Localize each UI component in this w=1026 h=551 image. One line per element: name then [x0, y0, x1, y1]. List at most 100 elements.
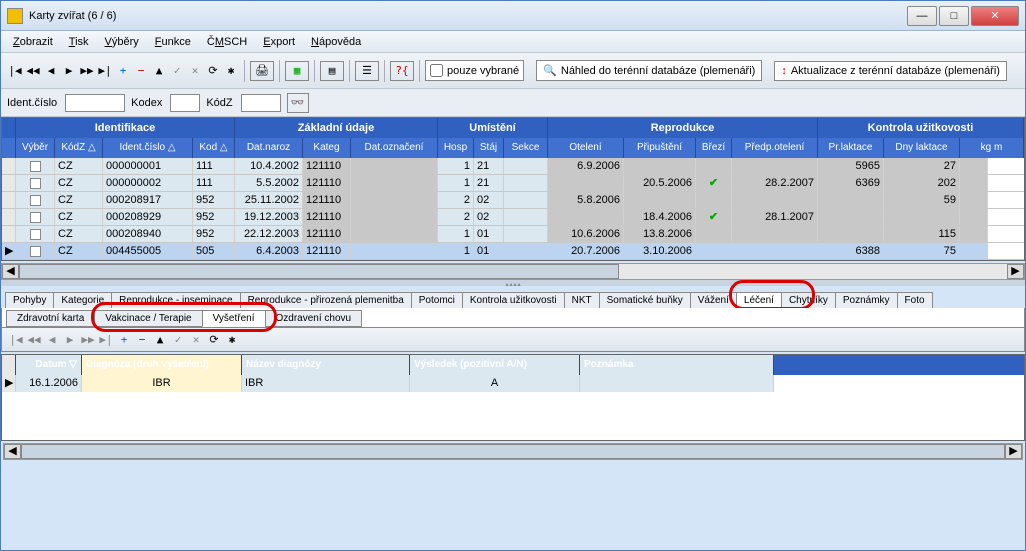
wildcard-icon[interactable]: ✱ [223, 61, 239, 81]
table-row[interactable]: CZ00020891795225.11.20021211102025.8.200… [2, 192, 1024, 209]
col-dlak[interactable]: Dny laktace [884, 138, 960, 158]
refresh-icon[interactable]: ⟳ [205, 61, 221, 81]
table-row[interactable]: CZ00020892995219.12.200312111020218.4.20… [2, 209, 1024, 226]
table-row[interactable]: ▶CZ0044550055056.4.200312111010120.7.200… [2, 243, 1024, 260]
nav-next-page-icon[interactable]: ▶▶ [79, 61, 95, 81]
col-oteleni[interactable]: Otelení [548, 138, 624, 158]
col-pripusteni[interactable]: Připuštění [624, 138, 696, 158]
list-icon[interactable]: ☰ [355, 61, 379, 81]
only-selected-checkbox[interactable]: pouze vybrané [425, 60, 524, 81]
col-datozn[interactable]: Dat.označení [351, 138, 438, 158]
tab-pohyby[interactable]: Pohyby [5, 292, 54, 308]
col-staj[interactable]: Stáj [474, 138, 504, 158]
d-scroll-thumb[interactable] [21, 444, 1005, 459]
lcol-nazev[interactable]: Název diagnózy [242, 355, 410, 375]
col-plak[interactable]: Pr.laktace [818, 138, 884, 158]
update-terrain-button[interactable]: ↕Aktualizace z terénní databáze (plemená… [774, 61, 1007, 81]
menu-tisk[interactable]: Tisk [61, 34, 97, 50]
tab-pozn-mky[interactable]: Poznámky [835, 292, 898, 308]
nav-prev-page-icon[interactable]: ◀◀ [25, 61, 41, 81]
subtab-ozdraven-chovu[interactable]: Ozdravení chovu [265, 310, 363, 327]
d-nav-prevp-icon[interactable]: ◀◀ [26, 330, 42, 350]
main-grid-hscroll[interactable]: ◀ ▶ [1, 263, 1025, 280]
col-datnaroz[interactable]: Dat.naroz [235, 138, 303, 158]
col-kgm[interactable]: kg m [960, 138, 1024, 158]
d-confirm-icon[interactable]: ✓ [170, 330, 186, 350]
menu-export[interactable]: Export [255, 34, 303, 50]
tab-nkt[interactable]: NKT [564, 292, 600, 308]
tab-kategorie[interactable]: Kategorie [53, 292, 112, 308]
tab-kontrola-u-itkovosti[interactable]: Kontrola užitkovosti [462, 292, 565, 308]
scroll-thumb[interactable] [19, 264, 619, 279]
detail-row[interactable]: ▶ 16.1.2006 IBR IBR A [2, 375, 1024, 392]
d-nav-first-icon[interactable]: |◀ [8, 330, 24, 350]
d-edit-icon[interactable]: ▲ [152, 330, 168, 350]
subtab-vy-et-en-[interactable]: Vyšetření [202, 310, 266, 327]
lcol-diagnoza[interactable]: Diagnóza (druh vyšetření) [82, 355, 242, 375]
col-ident[interactable]: Ident.číslo △ [103, 138, 193, 158]
cancel-icon[interactable]: ✕ [187, 61, 203, 81]
d-cancel-icon[interactable]: ✕ [188, 330, 204, 350]
help-icon[interactable]: ?{ [390, 61, 414, 81]
scroll-left-icon[interactable]: ◀ [2, 264, 19, 279]
lcol-vysledek[interactable]: Výsledek (pozitivní A/N) [410, 355, 580, 375]
tab-reprodukce-inseminace[interactable]: Reprodukce - inseminace [111, 292, 240, 308]
menu-vybery[interactable]: Výběry [97, 34, 147, 50]
tab-potomci[interactable]: Potomci [411, 292, 463, 308]
col-kod[interactable]: Kod △ [193, 138, 235, 158]
filter-ident-input[interactable] [65, 94, 125, 112]
d-nav-last-icon[interactable]: ▶| [98, 330, 114, 350]
d-remove-icon[interactable]: − [134, 330, 150, 350]
filter-kodz-input[interactable] [241, 94, 281, 112]
nav-prev-icon[interactable]: ◀ [43, 61, 59, 81]
col-vyber[interactable]: Výběr [16, 138, 55, 158]
tab-reprodukce-p-irozen-plemenitba[interactable]: Reprodukce - přirozená plemenitba [240, 292, 412, 308]
tab-somatick-bu-ky[interactable]: Somatické buňky [599, 292, 691, 308]
table-row[interactable]: CZ00000000111110.4.20021211101216.9.2006… [2, 158, 1024, 175]
subtab-vakcinace-terapie[interactable]: Vakcinace / Terapie [94, 310, 202, 327]
d-wildcard-icon[interactable]: ✱ [224, 330, 240, 350]
binoculars-icon[interactable]: 👓 [287, 93, 309, 113]
remove-icon[interactable]: − [133, 61, 149, 81]
col-kateg[interactable]: Kateg [303, 138, 351, 158]
minimize-button[interactable]: — [907, 6, 937, 26]
d-nav-prev-icon[interactable]: ◀ [44, 330, 60, 350]
d-refresh-icon[interactable]: ⟳ [206, 330, 222, 350]
edit-icon[interactable]: ▲ [151, 61, 167, 81]
d-scroll-right-icon[interactable]: ▶ [1005, 444, 1022, 459]
confirm-icon[interactable]: ✓ [169, 61, 185, 81]
col-predp[interactable]: Předp.otelení [732, 138, 818, 158]
excel-icon[interactable]: ▦ [285, 61, 309, 81]
col-brezi[interactable]: Březí [696, 138, 732, 158]
preview-terrain-button[interactable]: 🔍Náhled do terénní databáze (plemenáři) [536, 60, 762, 81]
nav-first-icon[interactable]: |◀ [7, 61, 23, 81]
tab-foto[interactable]: Foto [897, 292, 933, 308]
d-nav-nextp-icon[interactable]: ▶▶ [80, 330, 96, 350]
menu-napoveda[interactable]: Nápověda [303, 34, 369, 50]
print-icon[interactable]: 🖨 [250, 61, 274, 81]
menu-zobrazit[interactable]: Zobrazit [5, 34, 61, 50]
table-row[interactable]: CZ00020894095222.12.200312111010110.6.20… [2, 226, 1024, 243]
menu-funkce[interactable]: Funkce [147, 34, 199, 50]
col-kodz[interactable]: KódZ △ [55, 138, 103, 158]
table-row[interactable]: CZ0000000021115.5.200212111012120.5.2006… [2, 175, 1024, 192]
col-hosp[interactable]: Hosp [438, 138, 474, 158]
maximize-button[interactable]: □ [939, 6, 969, 26]
nav-next-icon[interactable]: ▶ [61, 61, 77, 81]
tab-l-en-[interactable]: Léčení [736, 292, 782, 308]
d-scroll-left-icon[interactable]: ◀ [4, 444, 21, 459]
tab-v-en-[interactable]: Vážení [690, 292, 737, 308]
filter-kodex-input[interactable] [170, 94, 200, 112]
calendar-icon[interactable]: ▤ [320, 61, 344, 81]
subtab-zdravotn-karta[interactable]: Zdravotní karta [6, 310, 95, 327]
d-add-icon[interactable]: + [116, 330, 132, 350]
lcol-datum[interactable]: Datum ▽ [16, 355, 82, 375]
lcol-poznamka[interactable]: Poznámka [580, 355, 774, 375]
scroll-right-icon[interactable]: ▶ [1007, 264, 1024, 279]
nav-last-icon[interactable]: ▶| [97, 61, 113, 81]
menu-cmsch[interactable]: ČMSCH [199, 34, 255, 50]
col-sekce[interactable]: Sekce [504, 138, 548, 158]
tab-chytn-ky[interactable]: Chytníky [781, 292, 836, 308]
close-button[interactable]: ✕ [971, 6, 1019, 26]
detail-hscroll[interactable]: ◀ ▶ [3, 443, 1023, 460]
